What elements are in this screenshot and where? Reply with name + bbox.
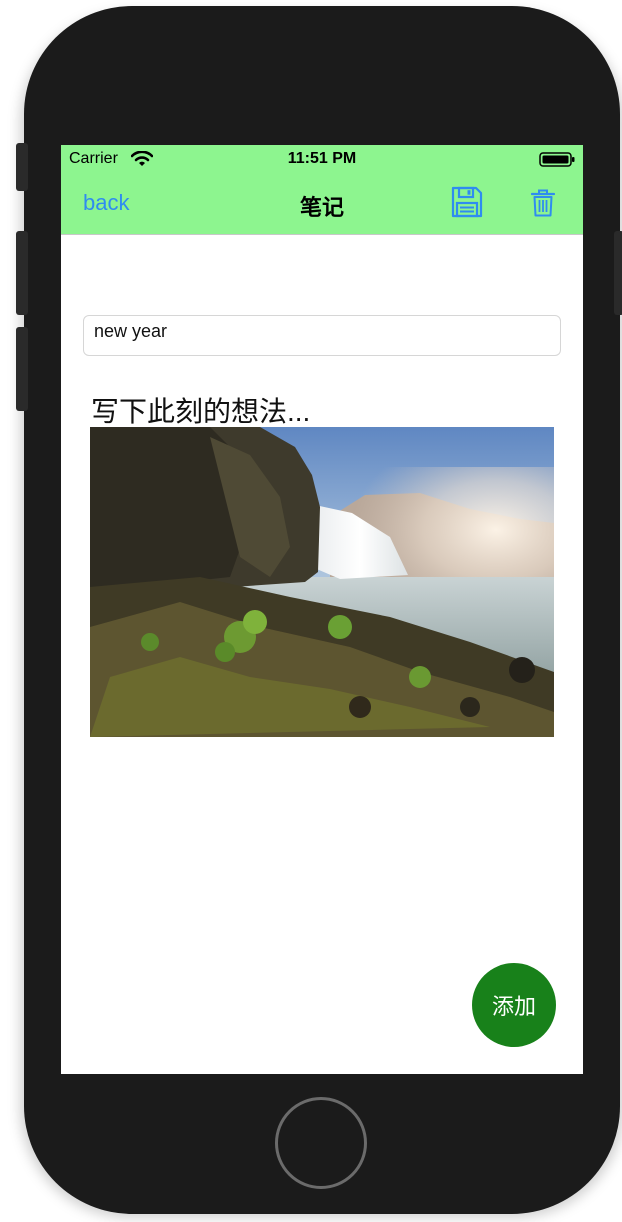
- volume-down-button: [16, 327, 28, 411]
- add-button[interactable]: 添加: [472, 963, 556, 1047]
- trash-icon[interactable]: [531, 189, 555, 217]
- battery-icon: [539, 152, 575, 167]
- volume-up-button: [16, 231, 28, 315]
- title-input[interactable]: new year: [83, 315, 561, 356]
- save-icon[interactable]: [451, 186, 483, 218]
- page-title: 笔记: [299, 195, 344, 220]
- home-button[interactable]: [275, 1097, 367, 1189]
- content-input[interactable]: 写下此刻的想法...: [91, 390, 310, 430]
- waterfall-photo: [90, 427, 554, 737]
- header-bar: Carrier 11:51 PM back 笔记: [61, 145, 583, 235]
- power-button: [614, 231, 622, 315]
- app-screen: Carrier 11:51 PM back 笔记 new year 写下此刻的想…: [61, 145, 583, 1074]
- status-time: 11:51 PM: [287, 150, 357, 167]
- mute-switch: [16, 143, 28, 191]
